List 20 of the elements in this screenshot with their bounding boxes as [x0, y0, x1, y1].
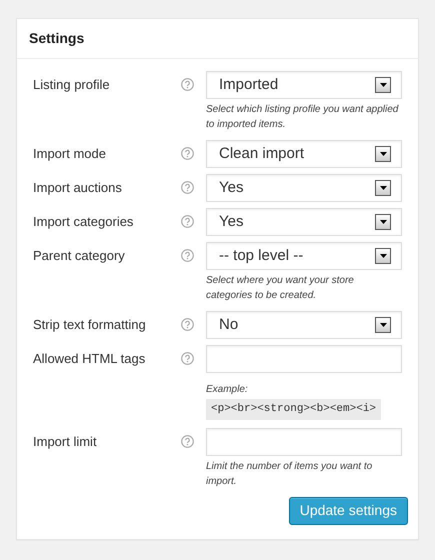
field-label: Import limit — [33, 432, 98, 451]
field-label: Strip text formatting — [33, 316, 147, 334]
select-field[interactable]: Yes — [206, 208, 402, 236]
panel-title: Settings — [29, 29, 86, 48]
field-label: Parent category — [33, 247, 126, 265]
select-field[interactable]: Clean import — [206, 140, 402, 168]
field-description: Select where you want your store categories to be created. — [206, 274, 355, 303]
select-field[interactable]: Imported — [206, 71, 402, 99]
field-label: Listing profile — [33, 76, 111, 94]
select-field[interactable]: No — [206, 311, 402, 339]
field-label: Import mode — [33, 145, 107, 163]
field-description: Limit the number of items you want to import. — [206, 460, 374, 488]
example-label: Example: — [206, 383, 249, 397]
field-label: Import auctions — [33, 179, 123, 197]
field-label: Allowed HTML tags — [33, 350, 146, 368]
field-description: Select which listing profile you want applied to imported items. — [206, 103, 400, 132]
code-sample: <p><br><strong><b><em><i> — [206, 399, 382, 420]
field-label: Import categories — [33, 213, 134, 231]
select-field[interactable]: -- top level -- — [206, 242, 402, 270]
select-field[interactable]: Yes — [206, 174, 402, 202]
